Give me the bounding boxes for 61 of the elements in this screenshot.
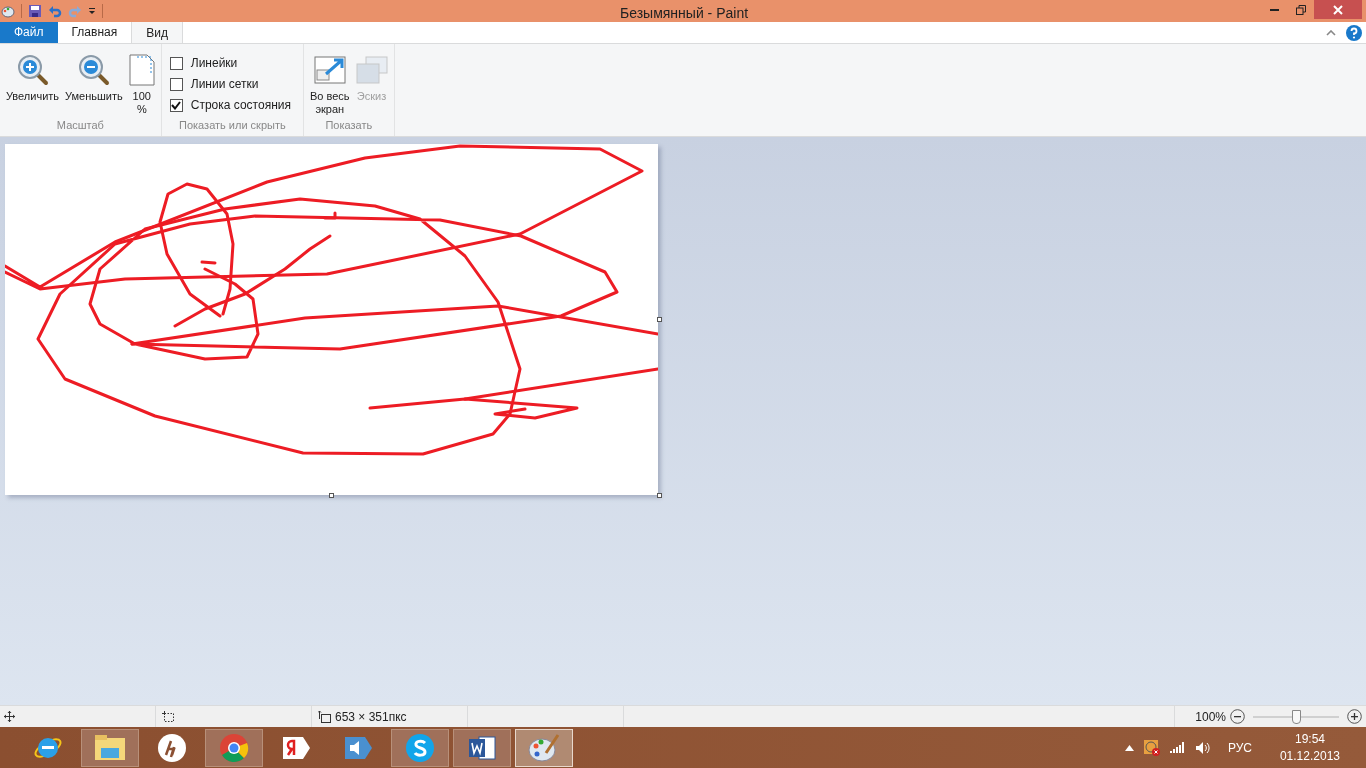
close-icon [1333,4,1343,15]
checkbox-label[interactable]: Линейки [190,54,238,72]
ribbon-tab[interactable]: Главная [57,21,132,43]
zoom-in-icon[interactable] [1347,709,1362,724]
file-menu-tab[interactable]: Файл [0,21,58,43]
taskbar-app-button[interactable] [205,728,263,767]
zoom-out-icon [77,54,110,86]
logo-icon [157,732,187,763]
group-label: Показать или скрыть [178,117,287,133]
taskbar-app-button[interactable] [391,728,449,767]
minimize-icon [1269,8,1279,11]
zoom-slider[interactable] [1253,709,1339,724]
clock-time: 19:54 [1294,730,1325,748]
ribbon-tab[interactable]: Вид [131,21,183,43]
browser-logo-icon [219,732,249,763]
show-hidden-icons-icon[interactable] [1124,744,1134,751]
palette-icon [528,732,560,763]
palette-icon[interactable] [1,4,15,18]
clock-date: 01.12.2013 [1279,747,1340,765]
resize-handle[interactable] [329,493,334,498]
checkbox-label[interactable]: Линии сетки [190,75,259,93]
page-icon [128,54,155,86]
clock[interactable]: 19:54 01.12.2013 [1279,730,1340,765]
checkbox[interactable] [169,77,183,91]
zoom-out-icon[interactable] [1230,709,1245,724]
checkbox-label[interactable]: Строка состояния [190,96,291,114]
taskbar-app-button[interactable] [81,728,139,767]
resize-handle[interactable] [657,493,662,498]
ribbon-button[interactable]: Во весь экран [308,48,352,117]
dropdown-icon[interactable] [88,7,96,15]
ribbon-button[interactable]: Увеличить [4,48,62,117]
thumbnail-icon [355,56,388,84]
check-icon [171,100,182,110]
close-button[interactable] [1314,0,1362,19]
checkbox[interactable] [169,56,183,70]
save-icon[interactable] [28,4,42,18]
slider-thumb[interactable] [1292,709,1301,724]
selection-icon [162,710,175,723]
folder-icon [94,733,126,762]
group-label: Масштаб [55,117,105,133]
s-logo-icon [405,732,435,763]
signal-icon[interactable] [1169,742,1185,753]
taskbar-app-button[interactable] [453,728,511,767]
canvas-dimensions: 653 × 351пкс [335,708,407,726]
zoom-in-icon [16,54,49,86]
collapse-ribbon-icon[interactable] [1326,29,1336,36]
fullscreen-icon [313,56,346,84]
window-title: Безымянный - Paint [620,4,749,23]
network-error-icon[interactable] [1143,739,1160,756]
volume-icon[interactable] [1194,740,1210,755]
ribbon-button[interactable]: Уменьшить [63,48,125,117]
restore-icon [1296,4,1306,15]
checkbox[interactable] [169,98,183,112]
group-label: Показать [324,117,374,133]
help-icon[interactable] [1346,24,1362,41]
zoom-percent: 100% [1195,708,1226,726]
input-language[interactable]: РУС [1227,738,1252,757]
ribbon-button[interactable]: 100 % [126,48,157,117]
move-cursor-icon [4,711,15,722]
canvas-size-icon [318,710,331,723]
resize-handle[interactable] [657,317,662,322]
